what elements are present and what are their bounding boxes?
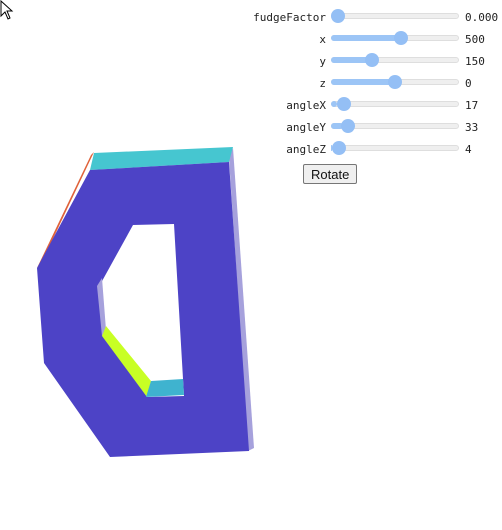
- slider-value-angleY: 33: [465, 121, 479, 134]
- slider-value-angleZ: 4: [465, 143, 472, 156]
- slider-row-z: z0: [236, 75, 502, 97]
- slider-row-angleX: angleX 17: [236, 97, 502, 119]
- slider-thumb[interactable]: [336, 97, 351, 111]
- slider-thumb[interactable]: [332, 141, 347, 155]
- slider-z[interactable]: [331, 75, 459, 89]
- slider-row-fudgeFactor: fudgeFactor 0.000: [236, 9, 502, 31]
- slider-label-angleY: angleY: [286, 121, 326, 134]
- canvas-stage[interactable]: fudgeFactor 0.000 x 500 y 150 z 0 angleX 17 angleY…: [0, 0, 502, 530]
- slider-value-z: 0: [465, 77, 472, 90]
- control-panel: fudgeFactor 0.000 x 500 y 150 z 0 angleX 17 angleY…: [236, 9, 502, 187]
- slider-y[interactable]: [331, 53, 459, 67]
- slider-value-x: 500: [465, 33, 485, 46]
- slider-thumb[interactable]: [388, 75, 402, 89]
- front-face: [37, 162, 249, 457]
- slider-row-angleY: angleY 33: [236, 119, 502, 141]
- slider-thumb[interactable]: [341, 119, 356, 133]
- slider-angleX[interactable]: [331, 97, 459, 111]
- slider-x[interactable]: [331, 31, 459, 45]
- rotate-button[interactable]: Rotate: [303, 164, 358, 184]
- slider-fill: [331, 79, 395, 85]
- slider-track: [331, 13, 459, 19]
- slider-value-fudgeFactor: 0.000: [465, 11, 499, 24]
- slider-fill: [331, 57, 370, 63]
- slider-angleZ[interactable]: [331, 141, 459, 155]
- slider-row-y: y 150: [236, 53, 502, 75]
- slider-thumb[interactable]: [365, 53, 380, 67]
- slider-track: [331, 145, 459, 151]
- slider-label-fudgeFactor: fudgeFactor: [253, 11, 326, 24]
- slider-label-y: y: [319, 55, 326, 68]
- slider-label-angleZ: angleZ: [286, 143, 326, 156]
- inner-bottom-face: [146, 379, 184, 397]
- slider-row-x: x 500: [236, 31, 502, 53]
- slider-label-angleX: angleX: [286, 99, 326, 112]
- slider-thumb[interactable]: [331, 9, 345, 23]
- arrow-cursor-icon: [0, 0, 14, 20]
- slider-value-y: 150: [465, 55, 485, 68]
- slider-fudgeFactor[interactable]: [331, 9, 459, 23]
- slider-row-angleZ: angleZ 4: [236, 141, 502, 163]
- slider-value-angleX: 17: [465, 99, 479, 112]
- slider-label-z: z: [319, 77, 326, 90]
- slider-fill: [331, 35, 402, 41]
- slider-angleY[interactable]: [331, 119, 459, 133]
- slider-label-x: x: [319, 33, 326, 46]
- slider-thumb[interactable]: [393, 31, 408, 45]
